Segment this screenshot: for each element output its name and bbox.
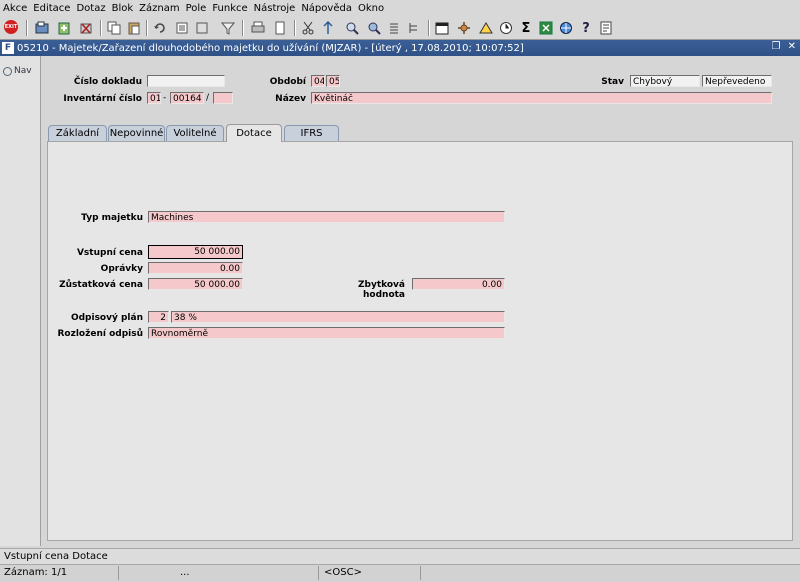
page-icon[interactable] [272,20,288,36]
tab-ifrs[interactable]: IFRS [284,125,339,141]
close-icon[interactable]: ✕ [788,41,796,52]
vstupni-cena-label: Vstupní cena [76,248,143,258]
menu-dotaz[interactable]: Dotaz [73,3,108,14]
zustatkova-cena-field[interactable]: 50 000.00 [148,278,243,290]
toolbar: EXIT Σ ? [0,17,800,40]
menu-pole[interactable]: Pole [183,3,210,14]
inventarni-slash: / [206,93,210,103]
tab-panel-dotace [47,141,793,541]
exit-icon[interactable]: EXIT [4,20,18,34]
obdobi-year-field[interactable]: 05 [326,75,340,87]
menu-bar: Akce Editace Dotaz Blok Záznam Pole Funk… [0,0,800,18]
search-icon[interactable] [344,20,360,36]
stav-label: Stav [601,77,624,87]
calendar-icon[interactable] [434,20,450,36]
nav-link[interactable]: Nav [3,66,32,76]
menu-editace[interactable]: Editace [30,3,73,14]
filter-icon[interactable] [220,20,236,36]
print-icon[interactable] [250,20,266,36]
cislo-dokladu-field[interactable] [147,75,225,87]
osc-indicator: <OSC> [324,567,362,578]
menu-akce[interactable]: Akce [0,3,30,14]
inventarni-dash: - [163,93,167,103]
cislo-dokladu-label: Číslo dokladu [73,77,142,87]
app-logo-icon: F [2,42,14,54]
opravky-field[interactable]: 0.00 [148,262,243,274]
opravky-label: Oprávky [100,264,143,274]
window-title-bar: F 05210 - Majetek/Zařazení dlouhodobého … [0,40,800,56]
status-dots: ... [180,567,190,578]
tab-volitelne[interactable]: Volitelné [166,125,224,141]
copy-icon[interactable] [106,20,122,36]
sum-icon[interactable]: Σ [518,20,534,36]
tab-zakladni[interactable]: Základní [48,125,107,141]
left-nav-panel: Nav [0,56,41,546]
inventarni-cislo-part3[interactable] [213,92,233,104]
attach-icon[interactable] [386,20,402,36]
zbytkova-hodnota-field[interactable]: 0.00 [412,278,505,290]
undo-icon[interactable] [152,20,168,36]
settings-icon[interactable] [456,20,472,36]
menu-blok[interactable]: Blok [109,3,137,14]
tree-icon[interactable] [406,20,422,36]
restore-icon[interactable]: ❐ [771,41,780,52]
status-bar: Záznam: 1/1 ... <OSC> [0,564,800,582]
zustatkova-cena-label: Zůstatková cena [59,280,143,290]
obdobi-month-field[interactable]: 04 [311,75,325,87]
window-title: 05210 - Majetek/Zařazení dlouhodobého ma… [17,42,524,54]
rozlozeni-odpisu-label: Rozložení odpisů [57,329,143,339]
list-icon[interactable] [174,20,190,36]
vstupni-cena-field[interactable]: 50 000.00 [148,245,243,259]
info-icon[interactable] [598,20,614,36]
odpisovy-plan-field[interactable]: 38 % [171,311,505,323]
stav-field-1[interactable]: Chybový [630,75,700,87]
nav-icon [3,66,12,76]
tab-dotace[interactable]: Dotace [226,124,282,142]
nazev-field[interactable]: Květináč [311,92,772,104]
inventarni-cislo-part2[interactable]: 00164 [170,92,204,104]
cut-icon[interactable] [300,20,316,36]
nav-label: Nav [14,66,32,76]
browser-icon[interactable] [558,20,574,36]
nazev-label: Název [275,94,306,104]
menu-zaznam[interactable]: Záznam [136,3,182,14]
odpisovy-plan-label: Odpisový plán [70,313,143,323]
obdobi-label: Období [269,77,306,87]
copy-record-icon[interactable] [194,20,210,36]
paste-icon[interactable] [126,20,142,36]
excel-icon[interactable] [538,20,554,36]
record-counter: Záznam: 1/1 [4,567,68,578]
rozlozeni-odpisu-field[interactable]: Rovnoměrně [148,327,505,339]
new-record-icon[interactable] [56,20,72,36]
status-message: Vstupní cena Dotace [0,548,800,564]
stav-field-2[interactable]: Nepřevedeno [702,75,772,87]
zoom-icon[interactable] [366,20,382,36]
inventarni-cislo-label: Inventární číslo [63,94,142,104]
clock-icon[interactable] [498,20,514,36]
typ-majetku-label: Typ majetku [81,213,143,223]
odpisovy-plan-code-field[interactable]: 2 [148,311,169,323]
menu-okno[interactable]: Okno [355,3,387,14]
menu-napoveda[interactable]: Nápověda [298,3,355,14]
inventarni-cislo-part1[interactable]: 01 [147,92,161,104]
menu-funkce[interactable]: Funkce [209,3,250,14]
save-icon[interactable] [34,20,50,36]
warning-icon[interactable] [478,20,494,36]
insert-icon[interactable] [320,20,336,36]
help-icon[interactable]: ? [578,20,594,36]
typ-majetku-field[interactable]: Machines [148,211,505,223]
delete-icon[interactable] [78,20,94,36]
tab-nepovinne[interactable]: Nepovinné [108,125,165,141]
zbytkova-hodnota-label: Zbytková hodnota [357,280,405,300]
menu-nastroje[interactable]: Nástroje [251,3,299,14]
